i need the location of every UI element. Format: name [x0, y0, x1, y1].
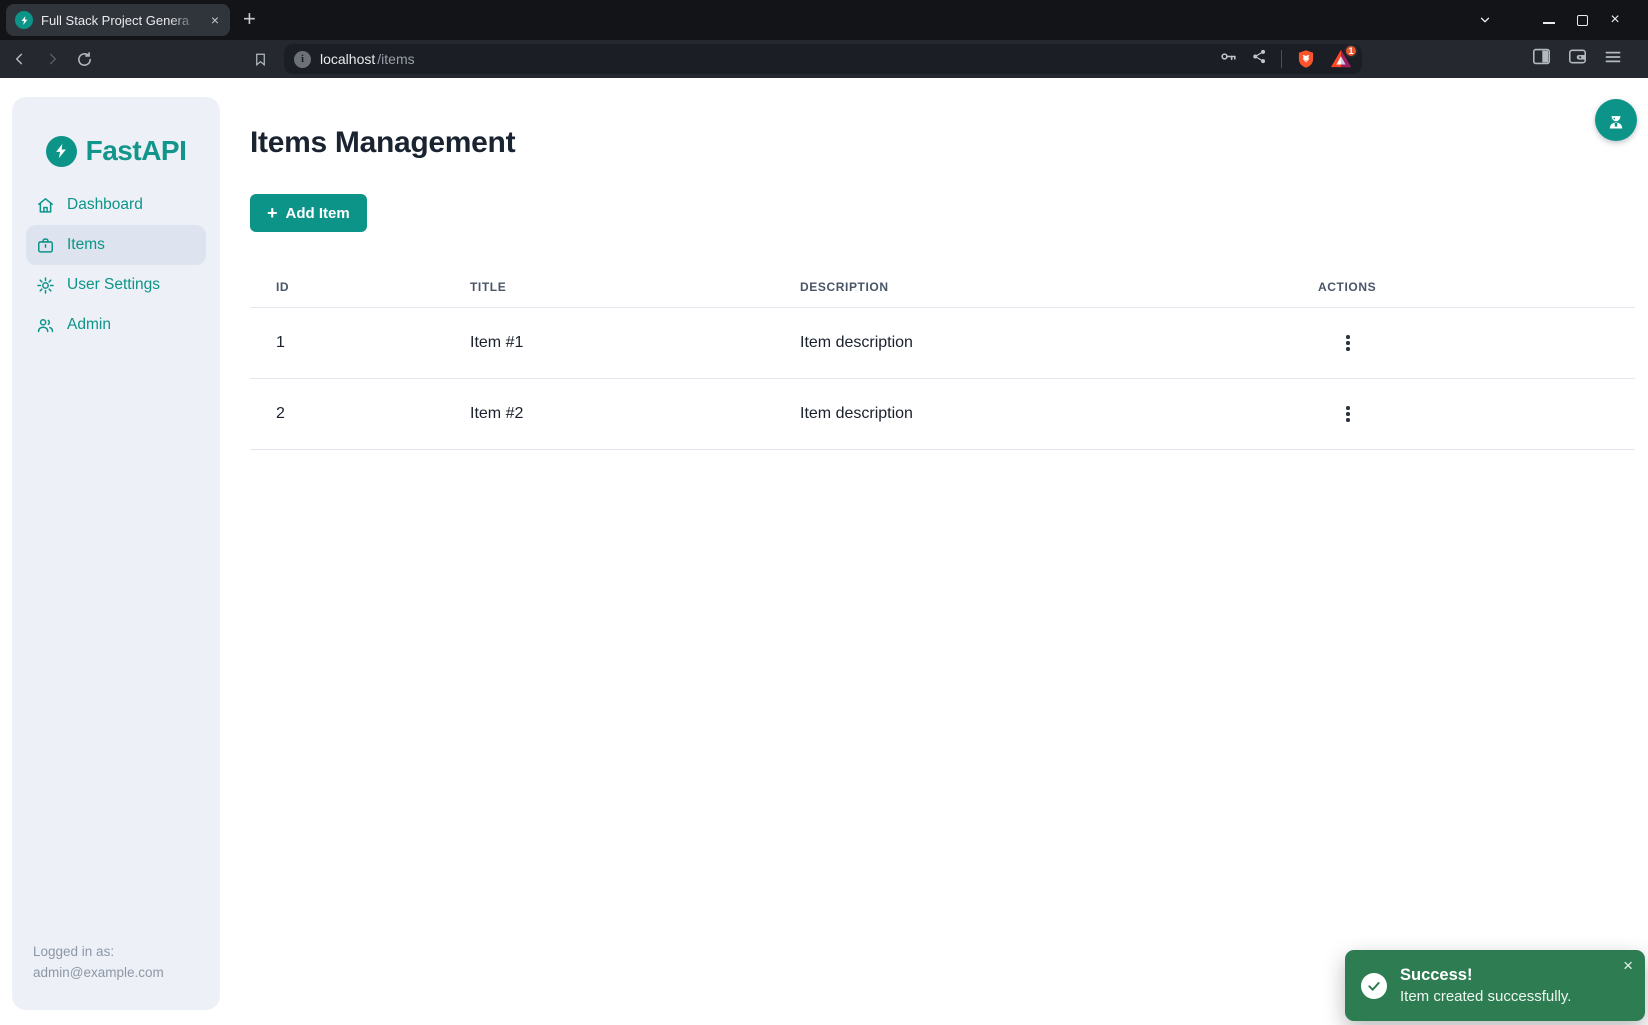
url-host: localhost — [320, 51, 375, 67]
window-close-button[interactable]: × — [1608, 13, 1622, 27]
tab-title: Full Stack Project Genera — [41, 13, 201, 28]
main-content: Items Management + Add Item ID TITLE DES… — [250, 78, 1635, 450]
share-icon[interactable] — [1251, 48, 1268, 70]
browser-tab[interactable]: Full Stack Project Genera × — [6, 4, 230, 36]
sidebar-item-label: User Settings — [67, 276, 160, 294]
password-key-icon[interactable] — [1219, 47, 1238, 71]
row-actions-kebab-icon[interactable] — [1334, 329, 1362, 357]
forward-icon[interactable] — [40, 47, 64, 71]
reload-icon[interactable] — [72, 47, 96, 71]
rewards-badge: 1 — [1344, 44, 1358, 58]
sidebar-item-user-settings[interactable]: User Settings — [26, 265, 206, 305]
add-item-button[interactable]: + Add Item — [250, 194, 367, 232]
brave-shield-icon[interactable] — [1295, 48, 1317, 70]
app-logo: FastAPI — [12, 97, 220, 167]
toast-title: Success! — [1400, 966, 1571, 985]
page-title: Items Management — [250, 126, 1635, 160]
toast-message: Item created successfully. — [1400, 988, 1571, 1005]
window-minimize-button[interactable] — [1542, 13, 1556, 27]
table-header-row: ID TITLE DESCRIPTION ACTIONS — [250, 266, 1635, 308]
users-icon — [36, 316, 55, 335]
sidebar: FastAPI Dashboard Items — [12, 97, 220, 1010]
column-header-actions: ACTIONS — [1318, 280, 1635, 294]
brave-rewards-icon[interactable]: 1 — [1330, 48, 1352, 70]
table-row: 1 Item #1 Item description — [250, 308, 1635, 379]
sidebar-item-label: Items — [67, 236, 105, 254]
logged-in-label: Logged in as: — [33, 941, 206, 963]
cell-description: Item description — [800, 334, 1318, 352]
divider — [1281, 50, 1282, 68]
add-item-label: Add Item — [286, 205, 350, 222]
gear-icon — [36, 276, 55, 295]
browser-toolbar: i localhost /items — [0, 40, 1648, 78]
sidebar-item-dashboard[interactable]: Dashboard — [26, 185, 206, 225]
success-toast: Success! Item created successfully. × — [1345, 950, 1645, 1021]
wallet-icon[interactable] — [1568, 48, 1587, 70]
table-row: 2 Item #2 Item description — [250, 379, 1635, 450]
fastapi-logo-icon — [46, 136, 77, 167]
items-table: ID TITLE DESCRIPTION ACTIONS 1 Item #1 I… — [250, 266, 1635, 450]
row-actions-kebab-icon[interactable] — [1334, 400, 1362, 428]
logged-in-footer: Logged in as: admin@example.com — [33, 941, 206, 984]
app-page: FastAPI Dashboard Items — [0, 78, 1648, 1025]
window-maximize-button[interactable] — [1575, 13, 1589, 27]
sidebar-item-label: Dashboard — [67, 196, 143, 214]
briefcase-icon — [36, 236, 55, 255]
plus-icon: + — [267, 204, 278, 222]
address-bar[interactable]: i localhost /items — [284, 44, 1362, 74]
side-panel-icon[interactable] — [1532, 48, 1551, 70]
sidebar-item-label: Admin — [67, 316, 111, 334]
cell-title: Item #2 — [470, 405, 800, 423]
tab-search-chevron-icon[interactable] — [1478, 13, 1492, 27]
sidebar-item-admin[interactable]: Admin — [26, 305, 206, 345]
back-icon[interactable] — [8, 47, 32, 71]
site-info-icon[interactable]: i — [294, 51, 311, 68]
toast-close-icon[interactable]: × — [1623, 957, 1633, 974]
user-avatar-icon — [1604, 108, 1628, 132]
browser-tab-strip: Full Stack Project Genera × + × — [0, 0, 1648, 40]
user-avatar-button[interactable] — [1595, 99, 1637, 141]
cell-id: 2 — [250, 405, 470, 423]
home-icon — [36, 196, 55, 215]
fastapi-favicon-icon — [15, 11, 33, 29]
logged-in-email: admin@example.com — [33, 962, 206, 984]
cell-description: Item description — [800, 405, 1318, 423]
sidebar-item-items[interactable]: Items — [26, 225, 206, 265]
tab-close-icon[interactable]: × — [209, 13, 221, 27]
column-header-description: DESCRIPTION — [800, 280, 1318, 294]
cell-title: Item #1 — [470, 334, 800, 352]
new-tab-button[interactable]: + — [243, 8, 256, 30]
bookmark-icon[interactable] — [248, 47, 272, 71]
app-logo-text: FastAPI — [86, 135, 187, 167]
url-path: /items — [377, 51, 414, 67]
column-header-id: ID — [250, 280, 470, 294]
sidebar-nav: Dashboard Items User Settings — [12, 185, 220, 345]
cell-id: 1 — [250, 334, 470, 352]
menu-hamburger-icon[interactable] — [1604, 49, 1622, 70]
column-header-title: TITLE — [470, 280, 800, 294]
check-circle-icon — [1361, 973, 1387, 999]
